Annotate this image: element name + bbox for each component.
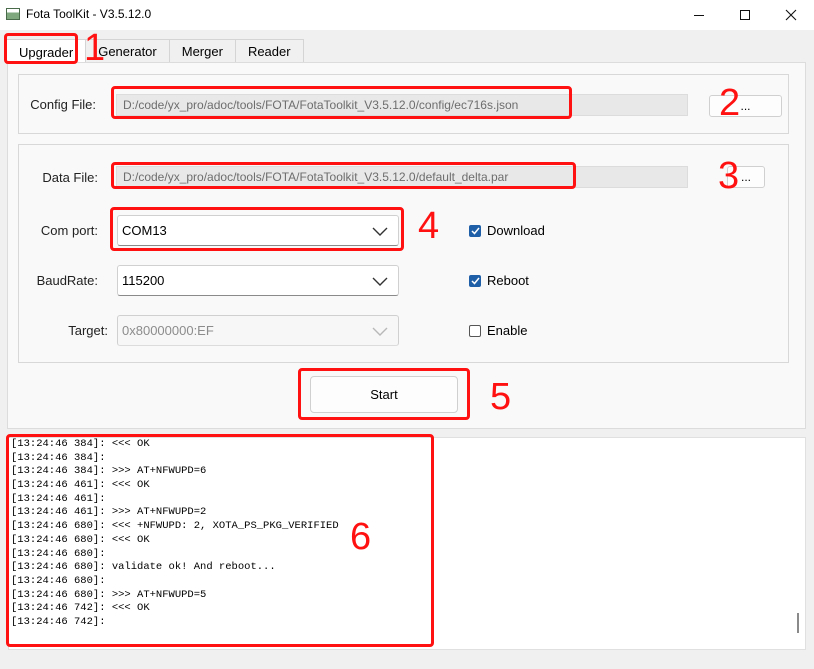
target-label: Target:: [68, 323, 108, 338]
checkbox-checked-icon: [469, 274, 481, 287]
app-icon: [6, 8, 20, 20]
log-line: [13:24:46 680]:: [11, 574, 106, 587]
baud-rate-label: BaudRate:: [36, 273, 98, 288]
chevron-down-icon: [372, 227, 388, 236]
reboot-checkbox[interactable]: Reboot: [469, 273, 529, 288]
checkbox-unchecked-icon: [469, 324, 481, 337]
window-title: Fota ToolKit - V3.5.12.0: [26, 7, 152, 21]
tab-reader[interactable]: Reader: [234, 39, 304, 63]
log-output[interactable]: [13:24:46 384]: <<< OK [13:24:46 384]: […: [8, 437, 806, 650]
data-browse-button[interactable]: ...: [727, 166, 765, 188]
data-file-label: Data File:: [42, 170, 98, 185]
log-line: [13:24:46 384]: >>> AT+NFWUPD=6: [11, 465, 207, 478]
log-line: [13:24:46 742]:: [11, 615, 106, 628]
tab-upgrader[interactable]: Upgrader: [6, 39, 87, 64]
com-port-label: Com port:: [40, 223, 98, 238]
tab-generator[interactable]: Generator: [85, 39, 170, 63]
log-line: [13:24:46 680]:: [11, 547, 106, 560]
minimize-button[interactable]: [676, 0, 722, 30]
target-select[interactable]: 0x80000000:EF: [117, 315, 399, 346]
minimize-icon: [694, 14, 704, 16]
enable-label: Enable: [487, 323, 528, 338]
log-scrollbar[interactable]: [797, 613, 799, 633]
config-browse-button[interactable]: ...: [709, 95, 782, 117]
tab-merger[interactable]: Merger: [168, 39, 236, 63]
config-file-input[interactable]: D:/code/yx_pro/adoc/tools/FOTA/FotaToolk…: [116, 94, 688, 116]
log-line: [13:24:46 742]: <<< OK: [11, 602, 150, 615]
com-port-value: COM13: [122, 223, 167, 238]
baud-rate-select[interactable]: 115200: [117, 265, 399, 296]
title-bar: Fota ToolKit - V3.5.12.0: [0, 0, 814, 30]
enable-checkbox[interactable]: Enable: [469, 323, 527, 338]
bottom-strip: [0, 652, 814, 669]
start-button[interactable]: Start: [310, 376, 458, 413]
log-line: [13:24:46 680]: <<< +NFWUPD: 2, XOTA_PS_…: [11, 520, 339, 533]
reboot-label: Reboot: [487, 273, 529, 288]
log-line: [13:24:46 461]:: [11, 492, 106, 505]
baud-rate-value: 115200: [122, 273, 165, 288]
com-port-select[interactable]: COM13: [117, 215, 399, 246]
maximize-icon: [740, 10, 750, 20]
download-checkbox[interactable]: Download: [469, 223, 545, 238]
log-line: [13:24:46 461]: >>> AT+NFWUPD=2: [11, 506, 207, 519]
chevron-down-icon: [372, 277, 388, 286]
log-line: [13:24:46 680]: validate ok! And reboot.…: [11, 561, 276, 574]
data-file-input[interactable]: D:/code/yx_pro/adoc/tools/FOTA/FotaToolk…: [116, 166, 688, 188]
checkbox-checked-icon: [469, 224, 481, 237]
chevron-down-icon: [372, 327, 388, 336]
maximize-button[interactable]: [722, 0, 768, 30]
log-line: [13:24:46 461]: <<< OK: [11, 479, 150, 492]
close-button[interactable]: [768, 0, 814, 30]
log-line: [13:24:46 680]: >>> AT+NFWUPD=5: [11, 588, 207, 601]
log-line: [13:24:46 680]: <<< OK: [11, 533, 150, 546]
log-line: [13:24:46 384]: <<< OK: [11, 438, 150, 450]
config-file-label: Config File:: [30, 97, 96, 112]
close-icon: [785, 9, 797, 21]
download-label: Download: [487, 223, 545, 238]
log-line: [13:24:46 384]:: [11, 451, 106, 464]
target-value: 0x80000000:EF: [122, 323, 214, 338]
tab-bar: Upgrader Generator Merger Reader: [6, 39, 304, 64]
